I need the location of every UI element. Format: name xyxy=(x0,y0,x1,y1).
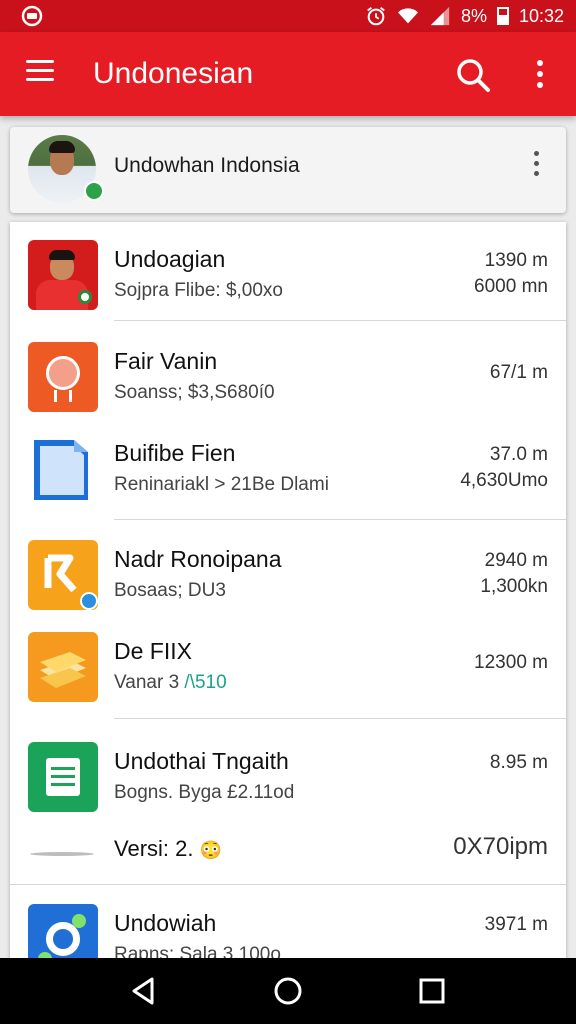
more-vert-icon[interactable] xyxy=(530,56,550,94)
divider xyxy=(10,884,566,885)
item-value: 6000 mn xyxy=(474,276,548,297)
list-item[interactable]: Nadr Ronoipana Bosaas; DU3 2940 m 1,300k… xyxy=(10,526,566,616)
item-title: Fair Vanin xyxy=(114,348,218,374)
item-subtitle: Bogns. Byga £2.11od xyxy=(114,782,295,803)
item-subtitle: Vanar 3 /\510 xyxy=(114,670,227,696)
item-time: 3971 m xyxy=(484,914,548,935)
list-item[interactable]: Buifibe Fien Reninariakl > 21Be Dlami 37… xyxy=(10,420,566,510)
list-item[interactable]: Undothai Tngaith Bogns. Byga £2.11od 8.9… xyxy=(10,728,566,818)
menu-icon[interactable] xyxy=(26,60,54,88)
divider xyxy=(114,320,566,321)
alarm-icon xyxy=(367,7,385,26)
orange-r-app-icon xyxy=(28,540,98,610)
item-title: Nadr Ronoipana xyxy=(114,546,282,572)
item-time: 1390 m xyxy=(484,250,548,271)
version-row: Versi: 2. 😳 0X70ipm xyxy=(10,822,566,878)
divider xyxy=(114,718,566,719)
profile-name: Undowhan Indonsia xyxy=(114,154,300,177)
item-meta: 1390 m 6000 mn xyxy=(474,248,548,300)
item-title: Buifibe Fien xyxy=(114,440,236,466)
item-subtitle: Soanss; $3,S680í0 xyxy=(114,382,275,403)
item-subtitle: Reninariakl > 21Be Dlami xyxy=(114,474,329,495)
battery-icon xyxy=(496,7,509,25)
item-meta: 67/1 m xyxy=(490,360,548,386)
app-notification-icon xyxy=(21,5,43,27)
item-time: 8.95 m xyxy=(489,752,548,773)
item-value: 4,630Umo xyxy=(460,470,548,491)
person-photo-icon xyxy=(28,240,98,310)
status-bar: 8% 10:32 xyxy=(0,0,576,32)
clock: 10:32 xyxy=(518,5,564,26)
transaction-list: Undoagian Sojpra Flibe: $,00xo 1390 m 60… xyxy=(10,222,566,982)
search-icon[interactable] xyxy=(454,56,492,94)
item-title: Undowiah xyxy=(114,910,217,936)
signal-icon xyxy=(430,6,450,26)
divider xyxy=(114,519,566,520)
version-time: 0X70ipm xyxy=(453,833,548,860)
emoji-icon: 😳 xyxy=(199,840,223,860)
item-value: 1,300kn xyxy=(480,576,548,597)
item-meta: 3971 m xyxy=(485,912,548,938)
list-item[interactable]: Fair Vanin Soanss; $3,S680í0 67/1 m xyxy=(10,328,566,418)
battery-percent: 8% xyxy=(460,5,487,26)
recents-icon[interactable] xyxy=(415,974,449,1008)
profile-more-icon[interactable] xyxy=(526,151,546,187)
shadow-divider xyxy=(30,852,94,856)
item-time: 12300 m xyxy=(474,652,548,673)
item-meta: 8.95 m xyxy=(490,750,548,776)
item-subtitle-accent: /\510 xyxy=(184,672,227,693)
item-meta: 37.0 m 4,630Umo xyxy=(460,442,548,494)
item-meta: 2940 m 1,300kn xyxy=(480,548,548,600)
item-subtitle: Bosaas; DU3 xyxy=(114,580,226,601)
online-status-icon xyxy=(84,181,104,201)
item-time: 2940 m xyxy=(484,550,548,571)
app-title: Undonesian xyxy=(93,57,254,90)
navigation-bar xyxy=(0,958,576,1024)
item-title: Undoagian xyxy=(114,246,226,272)
item-time: 37.0 m xyxy=(489,444,548,465)
item-subtitle-text: Vanar 3 xyxy=(114,672,185,693)
wifi-icon xyxy=(397,8,419,24)
app-bar: Undonesian xyxy=(0,32,576,116)
blue-document-icon xyxy=(34,440,88,500)
list-item[interactable]: De FIIX Vanar 3 /\510 12300 m xyxy=(10,618,566,708)
item-title: Undothai Tngaith xyxy=(114,748,289,774)
green-sheets-icon xyxy=(28,742,98,812)
item-title: De FIIX xyxy=(114,638,192,664)
profile-card[interactable]: Undowhan Indonsia xyxy=(10,127,566,213)
version-text: Versi: 2. xyxy=(114,836,194,861)
item-meta: 12300 m xyxy=(474,650,548,676)
gold-bars-icon xyxy=(28,632,98,702)
back-icon[interactable] xyxy=(126,974,160,1008)
red-circle-app-icon xyxy=(28,342,98,412)
item-subtitle: Sojpra Flibe: $,00xo xyxy=(114,280,283,301)
home-icon[interactable] xyxy=(271,974,305,1008)
list-item[interactable]: Undoagian Sojpra Flibe: $,00xo 1390 m 60… xyxy=(10,226,566,316)
item-time: 67/1 m xyxy=(489,362,548,383)
version-label: Versi: 2. 😳 xyxy=(114,834,222,865)
